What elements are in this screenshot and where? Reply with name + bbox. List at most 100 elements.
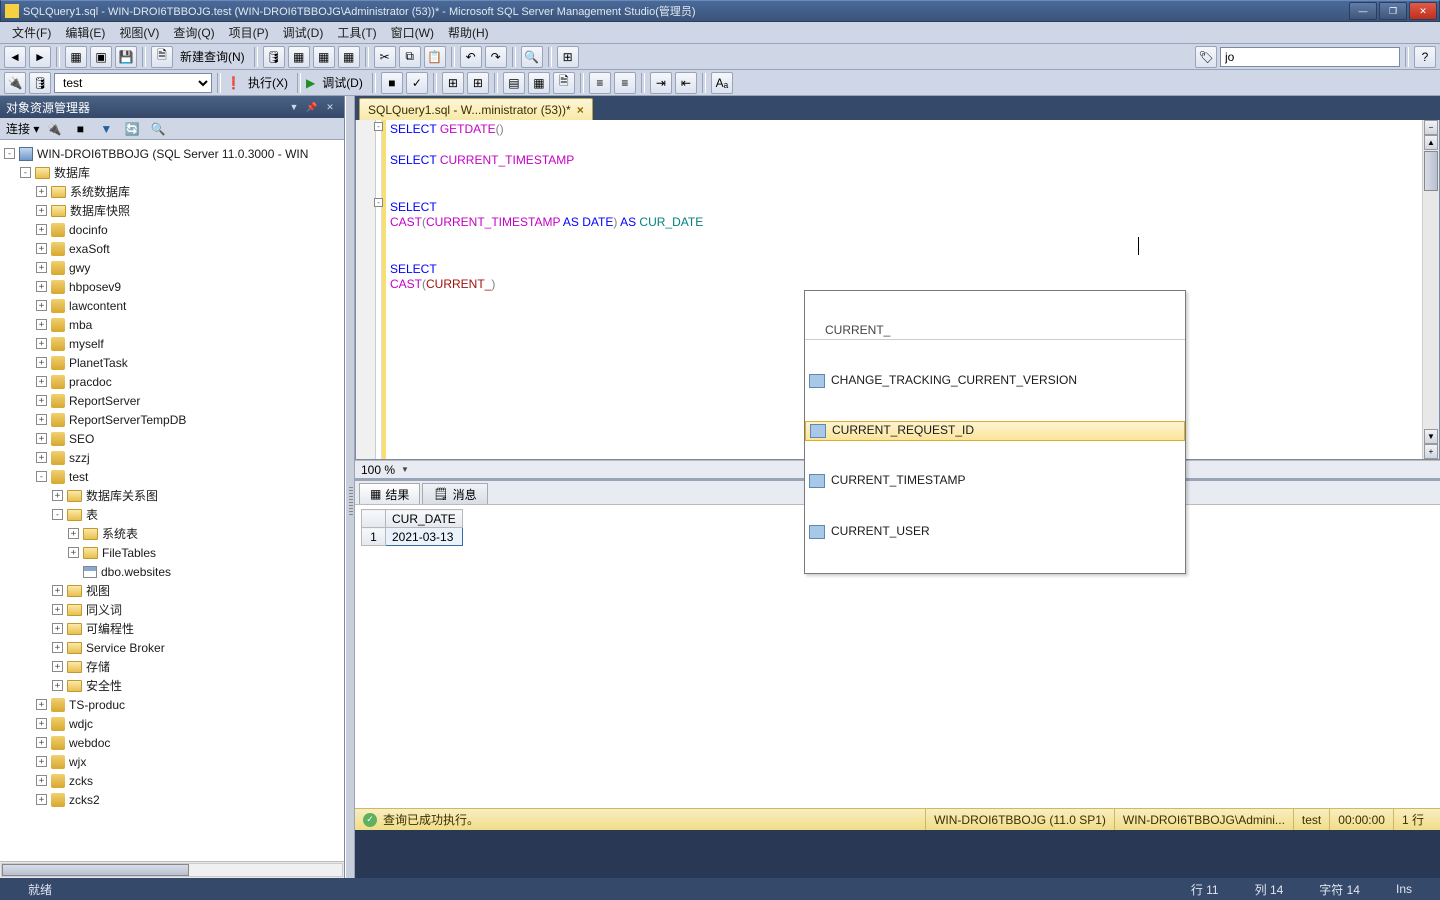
tables-folder[interactable]: -表 [0, 505, 344, 524]
menu-tools[interactable]: 工具(T) [331, 22, 382, 43]
activity-monitor-icon[interactable]: ⊞ [557, 46, 579, 68]
menu-file[interactable]: 文件(F) [6, 22, 57, 43]
results-file-icon[interactable]: 🗎 [553, 72, 575, 94]
new-query-label[interactable]: 新建查询(N) [176, 48, 249, 65]
db-subfolder[interactable]: +视图 [0, 581, 344, 600]
cancel-query-icon[interactable]: ■ [381, 72, 403, 94]
db-engine-query-icon[interactable]: 🛢 [263, 46, 285, 68]
server-node[interactable]: -WIN-DROI6TBBOJG (SQL Server 11.0.3000 -… [0, 144, 344, 163]
new-query-icon[interactable]: 🗎 [151, 46, 173, 68]
database-node[interactable]: +pracdoc [0, 372, 344, 391]
panel-pin-icon[interactable]: 📌 [304, 100, 320, 114]
mdx-query-icon[interactable]: ▦ [313, 46, 335, 68]
database-node[interactable]: +TS-produc [0, 695, 344, 714]
paste-icon[interactable]: 📋 [424, 46, 446, 68]
database-node[interactable]: +PlanetTask [0, 353, 344, 372]
find-icon[interactable]: 🔍 [521, 46, 543, 68]
table-subfolder[interactable]: +系统表 [0, 524, 344, 543]
database-node[interactable]: +ReportServer [0, 391, 344, 410]
table-node[interactable]: dbo.websites [0, 562, 344, 581]
object-tree[interactable]: -WIN-DROI6TBBOJG (SQL Server 11.0.3000 -… [0, 140, 344, 861]
new-project-button[interactable]: ▦ [65, 46, 87, 68]
tab-results[interactable]: ▦结果 [359, 483, 420, 504]
menu-edit[interactable]: 编辑(E) [59, 22, 111, 43]
tab-messages[interactable]: 🗒消息 [422, 483, 487, 504]
available-db-icon[interactable]: 🛢 [29, 72, 51, 94]
copy-icon[interactable]: ⧉ [399, 46, 421, 68]
include-stats-icon[interactable]: ⊞ [467, 72, 489, 94]
database-node[interactable]: -test [0, 467, 344, 486]
uncomment-icon[interactable]: ≡ [614, 72, 636, 94]
menu-project[interactable]: 项目(P) [223, 22, 275, 43]
specify-values-icon[interactable]: Aₐ [711, 72, 733, 94]
menu-debug[interactable]: 调试(D) [277, 22, 330, 43]
maximize-button[interactable]: ❐ [1379, 2, 1407, 20]
databases-folder[interactable]: -数据库 [0, 163, 344, 182]
table-subfolder[interactable]: +FileTables [0, 543, 344, 562]
database-node[interactable]: +webdoc [0, 733, 344, 752]
intellisense-item[interactable]: CURRENT_USER [805, 522, 1185, 542]
filter-icon[interactable]: ▼ [95, 118, 117, 140]
execute-label[interactable]: 执行(X) [244, 74, 292, 91]
tree-h-scrollbar[interactable] [0, 861, 344, 878]
database-node[interactable]: +szzj [0, 448, 344, 467]
editor-tab-active[interactable]: SQLQuery1.sql - W...ministrator (53))* × [359, 98, 593, 120]
forward-button[interactable]: ► [29, 46, 51, 68]
refresh-icon[interactable]: 🔄 [121, 118, 143, 140]
database-node[interactable]: +wdjc [0, 714, 344, 733]
editor-v-scrollbar[interactable]: − ▲ ▼ + [1422, 120, 1439, 459]
menu-view[interactable]: 视图(V) [113, 22, 165, 43]
help-icon[interactable]: ? [1414, 46, 1436, 68]
comment-icon[interactable]: ≡ [589, 72, 611, 94]
sql-editor[interactable]: - - SELECT GETDATE() SELECT CURRENT_TIME… [355, 120, 1440, 460]
results-text-icon[interactable]: ▤ [503, 72, 525, 94]
system-folder[interactable]: +系统数据库 [0, 182, 344, 201]
change-connection-icon[interactable]: 🔌 [4, 72, 26, 94]
database-node[interactable]: +hbposev9 [0, 277, 344, 296]
cut-icon[interactable]: ✂ [374, 46, 396, 68]
open-button[interactable]: ▣ [90, 46, 112, 68]
zoom-level[interactable]: 100 % [361, 463, 395, 477]
minimize-button[interactable]: — [1349, 2, 1377, 20]
database-node[interactable]: +ReportServerTempDB [0, 410, 344, 429]
menu-query[interactable]: 查询(Q) [167, 22, 220, 43]
database-node[interactable]: +docinfo [0, 220, 344, 239]
outdent-icon[interactable]: ⇤ [675, 72, 697, 94]
indent-icon[interactable]: ⇥ [650, 72, 672, 94]
undo-icon[interactable]: ↶ [460, 46, 482, 68]
redo-icon[interactable]: ↷ [485, 46, 507, 68]
menu-window[interactable]: 窗口(W) [385, 22, 440, 43]
database-node[interactable]: +zcks2 [0, 790, 344, 809]
panel-splitter[interactable] [345, 96, 355, 878]
intellisense-item[interactable]: CHANGE_TRACKING_CURRENT_VERSION [805, 371, 1185, 391]
code-content[interactable]: SELECT GETDATE() SELECT CURRENT_TIMESTAM… [386, 120, 1422, 459]
panel-dropdown-icon[interactable]: ▼ [286, 100, 302, 114]
database-node[interactable]: +myself [0, 334, 344, 353]
db-subfolder[interactable]: +安全性 [0, 676, 344, 695]
db-subfolder[interactable]: +Service Broker [0, 638, 344, 657]
stop-icon[interactable]: ■ [69, 118, 91, 140]
database-node[interactable]: +gwy [0, 258, 344, 277]
db-subfolder[interactable]: +存储 [0, 657, 344, 676]
registered-servers-icon[interactable]: 🏷 [1195, 46, 1217, 68]
intellisense-item[interactable]: CURRENT_TIMESTAMP [805, 471, 1185, 491]
database-node[interactable]: +exaSoft [0, 239, 344, 258]
cell-value[interactable]: 2021-03-13 [386, 528, 463, 546]
dmx-query-icon[interactable]: ▦ [338, 46, 360, 68]
db-subfolder[interactable]: +同义词 [0, 600, 344, 619]
parse-icon[interactable]: ✓ [406, 72, 428, 94]
database-node[interactable]: +mba [0, 315, 344, 334]
debug-label[interactable]: 调试(D) [318, 74, 367, 91]
database-node[interactable]: +lawcontent [0, 296, 344, 315]
quick-launch-input[interactable] [1220, 47, 1400, 67]
system-folder[interactable]: +数据库快照 [0, 201, 344, 220]
search-tree-icon[interactable]: 🔍 [147, 118, 169, 140]
database-node[interactable]: +zcks [0, 771, 344, 790]
db-diagram-folder[interactable]: +数据库关系图 [0, 486, 344, 505]
panel-close-icon[interactable]: ✕ [322, 100, 338, 114]
database-selector[interactable]: test [54, 73, 212, 93]
display-plan-icon[interactable]: ⊞ [442, 72, 464, 94]
connect-dropdown[interactable]: 连接 ▾ [6, 120, 39, 137]
database-node[interactable]: +SEO [0, 429, 344, 448]
db-subfolder[interactable]: +可编程性 [0, 619, 344, 638]
